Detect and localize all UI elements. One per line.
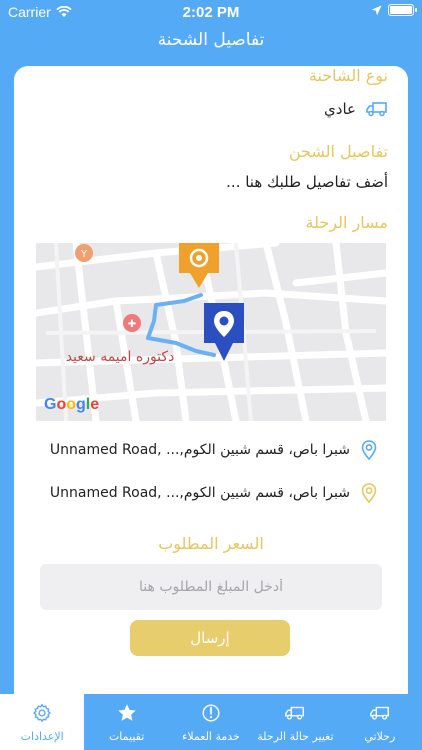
shipment-card: نوع الشاحنة عادي تفاصيل الشحن أضف تفاصيل… (14, 66, 408, 706)
status-time: 2:02 PM (182, 4, 240, 21)
svg-text:Y: Y (80, 249, 88, 260)
truck-icon (369, 706, 389, 720)
to-address-row[interactable]: Unnamed Road, ...,شبرا باص، قسم شبين الك… (38, 481, 378, 505)
tab-my-trips[interactable]: رحلاتي (338, 694, 422, 750)
location-pin-icon (361, 440, 377, 460)
send-button[interactable]: إرسال (130, 620, 290, 656)
location-arrow-icon (371, 5, 382, 15)
to-address: Unnamed Road, ...,شبرا باص، قسم شبين الك… (49, 485, 350, 501)
star-icon (117, 704, 136, 721)
truck-icon (366, 102, 387, 117)
route-map[interactable]: Y ✚ دكتوره اميمه سعيد Google (36, 243, 386, 421)
svg-text:✚: ✚ (128, 319, 136, 330)
truck-icon (285, 706, 305, 720)
truck-type-title: نوع الشاحنة (308, 66, 388, 85)
status-right (371, 4, 417, 16)
tab-settings[interactable]: الإعدادات (0, 694, 85, 750)
truck-type-value: عادي (324, 100, 356, 118)
route-title: مسار الرحلة (305, 213, 388, 232)
shipment-details-value[interactable]: أضف تفاصيل طلبك هنا ... (226, 173, 388, 191)
tab-settings-label: الإعدادات (20, 730, 64, 743)
gear-icon (33, 704, 51, 722)
tab-ratings-label: تقييمات (108, 730, 145, 743)
page-title: تفاصيل الشحنة (157, 30, 265, 50)
tab-bar: الإعدادات تقييمات خدمة العملاء تغيير حال… (0, 694, 422, 750)
battery-icon (388, 4, 417, 16)
map-place-label: دكتوره اميمه سعيد (66, 349, 175, 365)
tab-change-trip-status-label: تغيير حالة الرحلة (257, 730, 334, 743)
tab-customer-service-label: خدمة العملاء (182, 730, 240, 743)
tab-change-trip-status[interactable]: تغيير حالة الرحلة (253, 694, 337, 750)
truck-type-row: عادي (324, 100, 388, 118)
from-address: Unnamed Road, ...,شبرا باص، قسم شبين الك… (49, 442, 350, 458)
tab-ratings[interactable]: تقييمات (84, 694, 168, 750)
tab-customer-service[interactable]: خدمة العملاء (169, 694, 253, 750)
shipment-details-title: تفاصيل الشحن (288, 142, 388, 161)
support-icon (202, 704, 220, 722)
price-title: السعر المطلوب (158, 534, 264, 553)
tab-my-trips-label: رحلاتي (364, 730, 396, 743)
google-logo: Google (44, 396, 99, 413)
from-address-row[interactable]: Unnamed Road, ...,شبرا باص، قسم شبين الك… (38, 438, 378, 462)
status-bar: Carrier 2:02 PM (0, 0, 422, 24)
map-canvas: Y ✚ دكتوره اميمه سعيد Google (36, 243, 386, 421)
location-pin-icon (361, 483, 377, 503)
price-input[interactable] (40, 564, 382, 610)
